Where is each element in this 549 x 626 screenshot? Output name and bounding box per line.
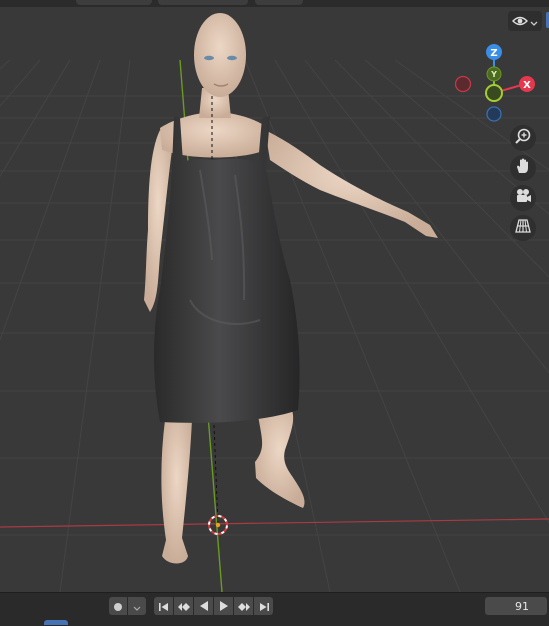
playback-controls bbox=[154, 597, 273, 615]
pan-button[interactable] bbox=[510, 155, 536, 181]
zoom-button[interactable] bbox=[510, 125, 536, 151]
prev-keyframe-icon bbox=[177, 597, 191, 616]
eye-icon bbox=[512, 12, 528, 31]
jump-to-start-button[interactable] bbox=[154, 597, 173, 615]
play-icon bbox=[219, 597, 229, 616]
3d-cursor bbox=[208, 515, 228, 535]
header-shading-button[interactable] bbox=[255, 0, 303, 5]
gizmo-x-label: X bbox=[523, 80, 531, 91]
viewport-header bbox=[0, 0, 549, 7]
camera-icon bbox=[514, 187, 532, 209]
current-frame-value: 91 bbox=[515, 599, 529, 613]
header-view-button[interactable] bbox=[158, 0, 248, 5]
gizmo-y-label: Y bbox=[490, 70, 497, 79]
next-keyframe-icon bbox=[237, 597, 251, 616]
jump-to-end-button[interactable] bbox=[254, 597, 273, 615]
jump-start-icon bbox=[158, 597, 170, 616]
previous-keyframe-button[interactable] bbox=[174, 597, 193, 615]
gizmo-neg-x bbox=[454, 75, 472, 93]
current-frame-field[interactable]: 91 bbox=[485, 597, 547, 615]
gizmo-neg-y bbox=[485, 84, 503, 102]
gizmo-z-label: Z bbox=[490, 48, 497, 59]
header-mode-button[interactable] bbox=[76, 0, 152, 5]
perspective-grid-icon bbox=[514, 217, 532, 239]
3d-viewport[interactable]: Z X Y bbox=[0, 0, 549, 592]
overlays-dropdown[interactable] bbox=[508, 11, 542, 31]
chevron-down-icon bbox=[530, 12, 538, 31]
play-reverse-button[interactable] bbox=[194, 597, 213, 615]
next-keyframe-button[interactable] bbox=[234, 597, 253, 615]
x-axis-line bbox=[0, 518, 549, 528]
record-icon bbox=[113, 597, 123, 616]
timeline-bar: 91 bbox=[0, 592, 549, 626]
chevron-down-icon bbox=[133, 597, 141, 616]
gizmo-neg-z bbox=[486, 106, 502, 122]
keying-dropdown[interactable] bbox=[128, 597, 146, 615]
camera-view-button[interactable] bbox=[510, 185, 536, 211]
play-reverse-icon bbox=[199, 597, 209, 616]
jump-end-icon bbox=[258, 597, 270, 616]
perspective-toggle-button[interactable] bbox=[510, 215, 536, 241]
keying-group bbox=[109, 597, 146, 615]
navigation-gizmo[interactable]: Z X Y bbox=[454, 42, 545, 124]
auto-keying-button[interactable] bbox=[109, 597, 127, 615]
play-button[interactable] bbox=[214, 597, 233, 615]
hand-pan-icon bbox=[514, 157, 532, 179]
zoom-icon bbox=[514, 127, 532, 149]
status-bar-tab[interactable] bbox=[44, 620, 68, 625]
